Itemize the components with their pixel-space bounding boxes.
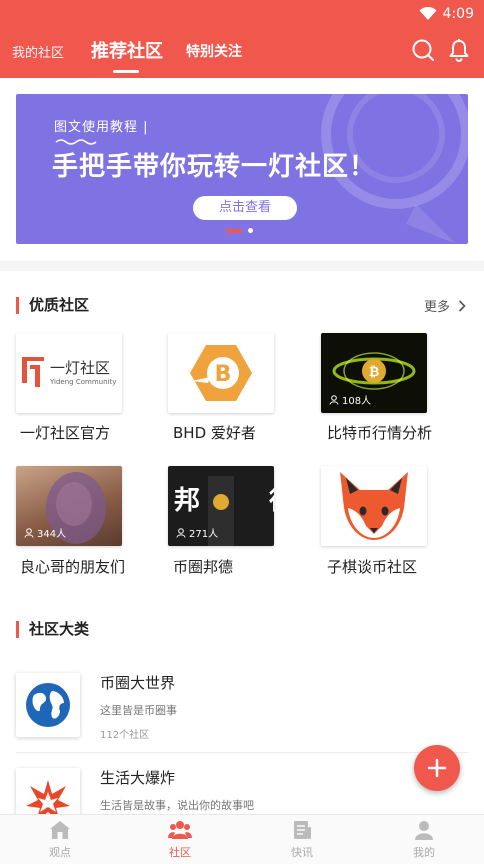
person-icon (24, 527, 34, 538)
svg-text:B: B (215, 362, 232, 387)
community-tile-ziqi[interactable] (321, 466, 427, 546)
member-count: 344人 (24, 525, 66, 540)
nav-label: 我的 (413, 846, 435, 859)
community-tile-bangde[interactable]: 邦 德 271人 (168, 466, 274, 546)
community-tile-btc-analysis[interactable]: ₿ 108人 (321, 333, 427, 413)
bhd-logo-icon: B (190, 345, 252, 401)
community-name[interactable]: 良心哥的朋友们 (20, 556, 125, 577)
plus-icon (427, 758, 447, 778)
active-tab-indicator (113, 70, 139, 73)
community-tile-liangxinge[interactable]: 344人 (16, 466, 122, 546)
search-icon[interactable] (411, 38, 435, 62)
banner-title: 手把手带你玩转一灯社区！ (52, 152, 377, 182)
banner-subtitle: 图文使用教程 | (54, 120, 149, 135)
poster-overlay-text: 邦 德 (174, 486, 274, 516)
nav-label: 观点 (49, 846, 71, 859)
home-icon (50, 821, 70, 839)
more-link[interactable]: 更多 (424, 296, 466, 315)
fox-logo-icon (340, 472, 408, 540)
member-count: 271人 (176, 525, 218, 540)
bell-icon[interactable] (447, 38, 471, 62)
category-description: 这里皆是币圈事 (100, 704, 177, 717)
member-count: 108人 (329, 392, 371, 407)
community-name[interactable]: 一灯社区官方 (20, 422, 110, 443)
chevron-right-icon (458, 299, 466, 312)
wifi-icon (419, 7, 437, 20)
nav-item-news[interactable]: 快讯 (262, 819, 342, 860)
more-label: 更多 (423, 300, 450, 315)
bottom-navigation: 观点 社区 快讯 我的 (0, 814, 484, 864)
community-tile-bhd[interactable]: B (168, 333, 274, 413)
svg-text:₿: ₿ (369, 365, 380, 380)
tab-recommended-community[interactable]: 推荐社区 (91, 37, 163, 63)
tab-special-follow[interactable]: 特别关注 (186, 41, 242, 61)
tab-my-community[interactable]: 我的社区 (12, 42, 64, 61)
community-name[interactable]: BHD 爱好者 (173, 422, 256, 443)
list-divider (16, 752, 468, 753)
pagination-dot (248, 228, 253, 233)
category-name: 生活大爆炸 (100, 769, 176, 787)
globe-icon (26, 683, 70, 727)
nav-item-community[interactable]: 社区 (140, 819, 220, 860)
category-description: 生活皆是故事，说出你的故事吧 (100, 799, 254, 812)
person-icon (415, 821, 433, 840)
yideng-logo-text: 一灯社区 (50, 359, 111, 377)
add-fab-button[interactable] (414, 745, 460, 791)
pagination-dot-active (226, 228, 242, 233)
nav-item-opinions[interactable]: 观点 (20, 819, 100, 860)
community-name[interactable]: 币圈邦德 (173, 556, 233, 577)
person-icon (329, 394, 339, 405)
category-thumbnail (16, 673, 80, 737)
category-section-title: 社区大类 (16, 621, 89, 638)
featured-section-title: 优质社区 (16, 297, 89, 314)
nav-label: 社区 (169, 846, 191, 859)
banner-pagination (226, 228, 253, 233)
banner-view-button[interactable]: 点击查看 (193, 196, 297, 220)
nav-label: 快讯 (291, 846, 313, 859)
app-header: 4:09 我的社区 推荐社区 特别关注 (0, 0, 484, 78)
status-bar: 4:09 (419, 4, 474, 24)
promo-banner[interactable]: 图文使用教程 | 手把手带你玩转一灯社区！ 点击查看 (16, 94, 468, 244)
section-separator (0, 261, 484, 271)
category-name: 币圈大世界 (100, 674, 176, 692)
news-icon (294, 821, 311, 839)
yideng-logo-subtext: Yideng Community (50, 378, 117, 386)
nav-item-me[interactable]: 我的 (384, 819, 464, 860)
community-icon (168, 821, 192, 839)
community-name[interactable]: 比特币行情分析 (327, 422, 432, 443)
status-time: 4:09 (442, 6, 474, 22)
yideng-logo-icon (22, 357, 44, 387)
person-icon (176, 527, 186, 538)
community-name[interactable]: 子棋谈币社区 (327, 556, 417, 577)
category-community-count: 112个社区 (100, 730, 150, 741)
community-tile-yideng[interactable]: 一灯社区 Yideng Community (16, 333, 122, 413)
